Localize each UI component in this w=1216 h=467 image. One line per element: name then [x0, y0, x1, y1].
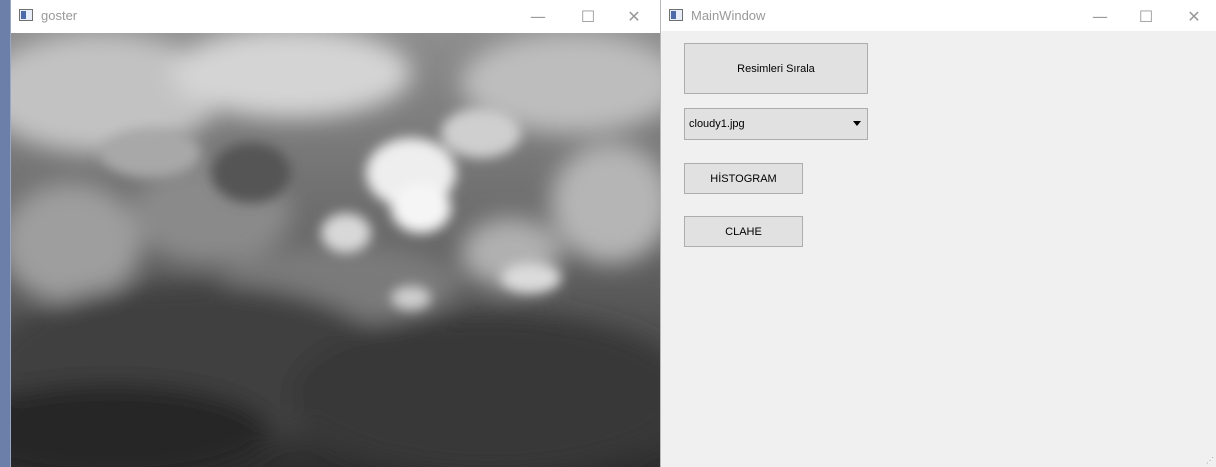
- app-window-icon: [19, 9, 33, 21]
- minimize-icon[interactable]: —: [515, 0, 561, 33]
- close-icon[interactable]: ✕: [1171, 0, 1216, 33]
- window-title: MainWindow: [691, 8, 766, 23]
- main-titlebar[interactable]: MainWindow — ☐ ✕: [661, 0, 1216, 33]
- histogram-button[interactable]: HİSTOGRAM: [684, 163, 803, 194]
- cloud-image-graphic: [11, 33, 660, 467]
- file-select-value: cloudy1.jpg: [689, 118, 745, 130]
- chevron-down-icon: [853, 121, 861, 126]
- sort-images-button[interactable]: Resimleri Sırala: [684, 43, 868, 94]
- minimize-icon[interactable]: —: [1077, 0, 1123, 33]
- file-select[interactable]: cloudy1.jpg: [684, 108, 868, 140]
- cloud-image: [11, 33, 660, 467]
- window-title: goster: [41, 8, 78, 23]
- close-icon[interactable]: ✕: [611, 0, 657, 33]
- app-window-icon: [669, 9, 683, 21]
- main-window: MainWindow — ☐ ✕ Resimleri Sırala cloudy…: [660, 0, 1216, 467]
- goster-titlebar[interactable]: goster — ☐ ✕: [11, 0, 660, 33]
- goster-window: goster — ☐ ✕: [10, 0, 660, 467]
- main-client-area: Resimleri Sırala cloudy1.jpg HİSTOGRAM C…: [661, 31, 1216, 467]
- maximize-icon[interactable]: ☐: [1123, 0, 1169, 33]
- clahe-button[interactable]: CLAHE: [684, 216, 803, 247]
- resize-grip-icon[interactable]: ⋰: [1206, 457, 1214, 465]
- maximize-icon[interactable]: ☐: [565, 0, 611, 33]
